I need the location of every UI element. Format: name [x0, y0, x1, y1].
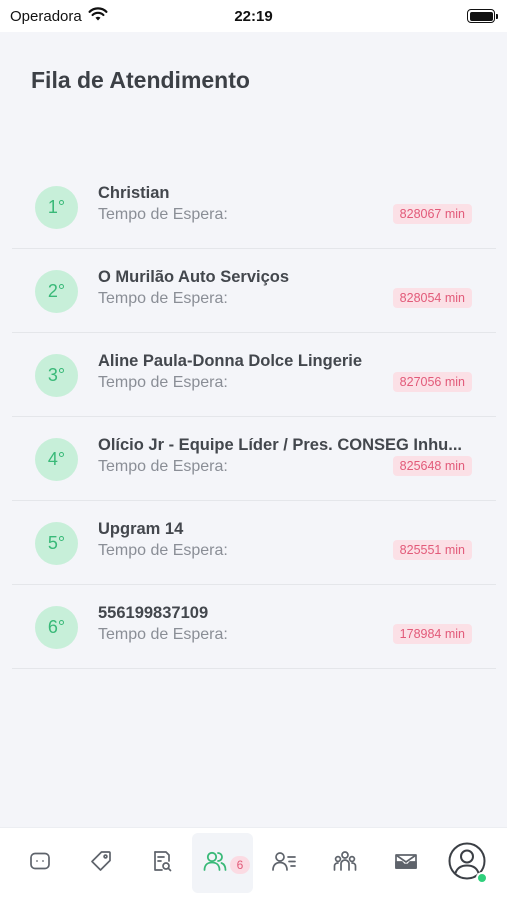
queue-item[interactable]: 1° Christian Tempo de Espera: 828067 min	[12, 165, 496, 249]
contact-name: O Murilão Auto Serviços	[98, 268, 290, 286]
queue-users-icon	[202, 849, 228, 878]
status-bar: Operadora 22:19	[0, 0, 507, 32]
bottom-nav: 6	[0, 827, 507, 900]
inbox-icon	[393, 849, 419, 878]
contact-name: 556199837109	[98, 604, 209, 622]
wait-label: Tempo de Espera:	[98, 290, 228, 307]
wait-time-badge: 825648 min	[392, 456, 472, 476]
page-title: Fila de Atendimento	[31, 67, 250, 93]
nav-inbox[interactable]	[375, 833, 436, 893]
nav-groups[interactable]	[314, 833, 375, 893]
battery-icon	[467, 9, 498, 23]
queue-list: 1° Christian Tempo de Espera: 828067 min…	[12, 165, 496, 669]
contact-name: Olício Jr - Equipe Líder / Pres. CONSEG …	[98, 436, 462, 454]
nav-contacts[interactable]	[253, 833, 314, 893]
wait-label: Tempo de Espera:	[98, 206, 228, 223]
queue-count-badge: 6	[230, 856, 250, 874]
nav-chats[interactable]	[9, 833, 70, 893]
chat-icon	[28, 849, 52, 878]
tag-icon	[89, 849, 113, 878]
status-left: Operadora	[10, 6, 108, 26]
queue-item[interactable]: 3° Aline Paula-Donna Dolce Lingerie Temp…	[12, 333, 496, 417]
nav-reports[interactable]	[131, 833, 192, 893]
group-icon	[332, 849, 358, 878]
contact-name: Aline Paula-Donna Dolce Lingerie	[98, 352, 363, 370]
position-badge: 1°	[35, 186, 78, 229]
wait-time-badge: 178984 min	[392, 624, 472, 644]
document-search-icon	[150, 849, 174, 878]
nav-queue[interactable]: 6	[192, 833, 253, 893]
wifi-icon	[88, 6, 108, 26]
contact-name: Upgram 14	[98, 520, 184, 538]
position-badge: 4°	[35, 438, 78, 481]
carrier-label: Operadora	[10, 7, 82, 25]
wait-label: Tempo de Espera:	[98, 374, 228, 391]
position-badge: 6°	[35, 606, 78, 649]
contact-name: Christian	[98, 184, 170, 202]
user-list-icon	[271, 849, 297, 878]
position-badge: 2°	[35, 270, 78, 313]
wait-time-badge: 825551 min	[392, 540, 472, 560]
nav-profile[interactable]	[436, 833, 497, 893]
wait-time-badge: 827056 min	[392, 372, 472, 392]
wait-label: Tempo de Espera:	[98, 542, 228, 559]
queue-item[interactable]: 6° 556199837109 Tempo de Espera: 178984 …	[12, 585, 496, 669]
queue-item[interactable]: 5° Upgram 14 Tempo de Espera: 825551 min	[12, 501, 496, 585]
queue-item[interactable]: 4° Olício Jr - Equipe Líder / Pres. CONS…	[12, 417, 496, 501]
position-badge: 3°	[35, 354, 78, 397]
online-status-dot	[476, 872, 488, 884]
queue-item[interactable]: 2° O Murilão Auto Serviços Tempo de Espe…	[12, 249, 496, 333]
nav-tags[interactable]	[70, 833, 131, 893]
wait-time-badge: 828054 min	[392, 288, 472, 308]
wait-label: Tempo de Espera:	[98, 626, 228, 643]
wait-time-badge: 828067 min	[392, 204, 472, 224]
wait-label: Tempo de Espera:	[98, 458, 228, 475]
position-badge: 5°	[35, 522, 78, 565]
